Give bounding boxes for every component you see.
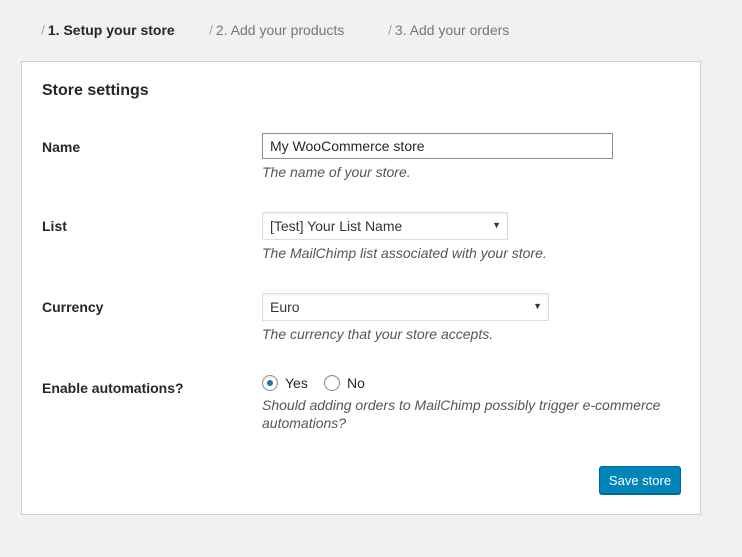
- automations-label: Enable automations?: [42, 380, 184, 396]
- currency-select[interactable]: Euro ▼: [262, 293, 549, 321]
- list-select[interactable]: [Test] Your List Name ▼: [262, 212, 508, 240]
- radio-no-label: No: [347, 375, 365, 391]
- currency-description: The currency that your store accepts.: [262, 326, 494, 342]
- step-separator: /: [388, 22, 392, 38]
- radio-yes-label: Yes: [285, 375, 308, 391]
- step-label: 3. Add your orders: [394, 22, 510, 38]
- name-label: Name: [42, 139, 81, 155]
- name-description: The name of your store.: [262, 164, 411, 180]
- list-description: The MailChimp list associated with your …: [262, 245, 547, 261]
- step-add-products[interactable]: /2. Add your products: [209, 22, 344, 38]
- step-label: 1. Setup your store: [47, 22, 175, 38]
- chevron-down-icon: ▼: [533, 301, 542, 311]
- radio-no[interactable]: [324, 375, 340, 391]
- step-separator: /: [209, 22, 213, 38]
- list-label: List: [42, 218, 67, 234]
- automations-description: Should adding orders to MailChimp possib…: [262, 396, 660, 432]
- currency-label: Currency: [42, 299, 104, 315]
- step-label: 2. Add your products: [215, 22, 345, 38]
- automations-description-line1: Should adding orders to MailChimp possib…: [262, 397, 661, 413]
- store-settings-card: Store settings Name The name of your sto…: [21, 61, 701, 515]
- chevron-down-icon: ▼: [492, 220, 501, 230]
- save-store-button[interactable]: Save store: [599, 466, 681, 494]
- currency-select-value: Euro: [270, 299, 300, 315]
- store-name-input[interactable]: [262, 133, 613, 159]
- card-title: Store settings: [42, 82, 149, 99]
- step-add-orders[interactable]: /3. Add your orders: [388, 22, 509, 38]
- step-separator: /: [41, 22, 45, 38]
- automations-description-line2: automations?: [262, 415, 347, 431]
- step-setup-store[interactable]: /1. Setup your store: [41, 22, 175, 38]
- list-select-value: [Test] Your List Name: [270, 218, 403, 234]
- radio-yes[interactable]: [262, 375, 278, 391]
